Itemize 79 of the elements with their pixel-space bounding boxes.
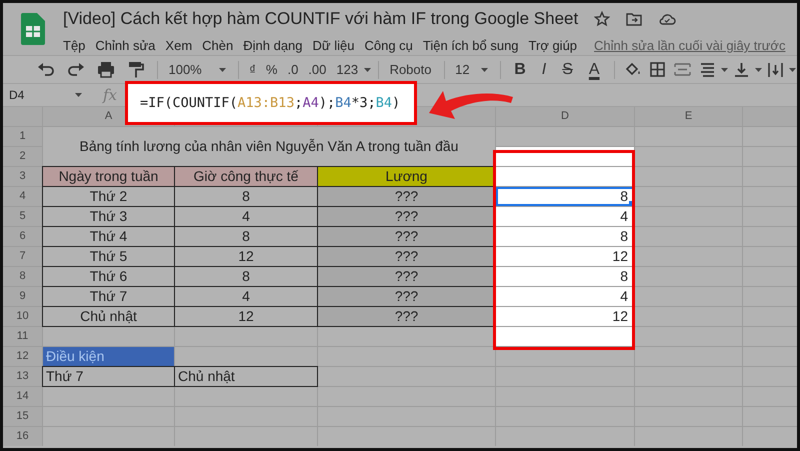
row-number: 2 [3,147,42,166]
font-size-dropdown[interactable]: 12 [450,60,494,80]
table-cell: 12 [175,247,317,266]
table-cell: 8 [175,267,317,286]
table-cell: ??? [318,247,495,266]
menu-item[interactable]: Công cụ [359,36,418,56]
row-number: 15 [3,407,42,426]
table-cell: 12 [496,247,634,266]
text-style-button[interactable]: A [584,58,605,82]
name-box[interactable]: D4 [3,86,89,104]
condition-label: Điều kiện [43,347,174,366]
table-cell: 8 [175,227,317,246]
menu-item[interactable]: Dữ liệu [308,36,360,56]
table-cell: 12 [175,307,317,326]
column-header: D [496,107,634,126]
table-cell: Thứ 5 [43,247,174,266]
table-cell: Chủ nhật [43,307,174,326]
format-button[interactable]: % [260,60,282,80]
row-number: 9 [3,287,42,306]
row-number: 16 [3,427,42,446]
table-cell: Thứ 3 [43,207,174,226]
row-number: 13 [3,367,42,386]
table-cell: 8 [496,227,634,246]
table-cell: Chủ nhật [175,367,317,386]
row-number: 1 [3,127,42,146]
table-cell: ??? [318,287,495,306]
format-button[interactable]: ₫ [244,60,261,80]
menu-item[interactable]: Tiện ích bổ sung [418,36,524,56]
row-number: 5 [3,207,42,226]
table-cell: Thứ 7 [43,287,174,306]
menu-item[interactable]: Định dạng [238,36,308,56]
column-header: E [635,107,742,126]
format-button[interactable]: 123 [331,60,364,80]
table-cell: ??? [318,227,495,246]
table-cell: 8 [496,187,634,206]
table-header: Giờ công thực tế [175,167,317,186]
last-edit-link[interactable]: Chỉnh sửa lần cuối vài giây trước [594,36,786,56]
menu-item[interactable]: Chỉnh sửa [90,36,160,56]
format-button[interactable]: .0 [282,60,304,80]
format-button[interactable]: .00 [303,60,332,80]
table-cell: 4 [175,207,317,226]
menu-item[interactable]: Chèn [197,36,238,56]
table-cell: ??? [318,207,495,226]
formula-field[interactable]: =IF(COUNTIF(A13:B13;A4);B4*3;B4) [125,81,417,125]
text-style-button[interactable]: I [536,58,552,82]
table-cell: 8 [175,187,317,206]
row-number: 11 [3,327,42,346]
table-cell: Thứ 4 [43,227,174,246]
menu-item[interactable]: Tệp [58,36,90,56]
table-cell: 4 [175,287,317,306]
table-cell: 12 [496,307,634,326]
table-cell: ??? [318,307,495,326]
table-cell: Thứ 7 [43,367,174,386]
table-header: Lương [318,167,495,186]
menu-item[interactable]: Trợ giúp [524,36,582,56]
row-number: 4 [3,187,42,206]
row-number: 3 [3,167,42,186]
table-cell: Thứ 2 [43,187,174,206]
table-cell: ??? [318,267,495,286]
table-cell: 4 [496,207,634,226]
fx-label: fx [103,84,118,106]
font-dropdown[interactable]: Roboto [384,60,438,80]
sheet-title: Bảng tính lương của nhân viên Nguyễn Văn A trong tuần đầu [43,127,495,166]
row-number: 12 [3,347,42,366]
table-cell: 4 [496,287,634,306]
table-cell: 8 [496,267,634,286]
zoom-dropdown[interactable]: 100% [163,60,232,80]
row-number: 7 [3,247,42,266]
table-header: Ngày trong tuần [43,167,174,186]
row-number: 10 [3,307,42,326]
row-number: 6 [3,227,42,246]
table-cell: ??? [318,187,495,206]
text-style-button[interactable]: B [509,58,531,82]
table-cell: Thứ 6 [43,267,174,286]
row-number: 14 [3,387,42,406]
menu-item[interactable]: Xem [160,36,198,56]
document-title: [Video] Cách kết hợp hàm COUNTIF với hàm IF trong Google Sheet [63,9,578,29]
text-style-button[interactable]: S [557,58,578,82]
row-number: 8 [3,267,42,286]
